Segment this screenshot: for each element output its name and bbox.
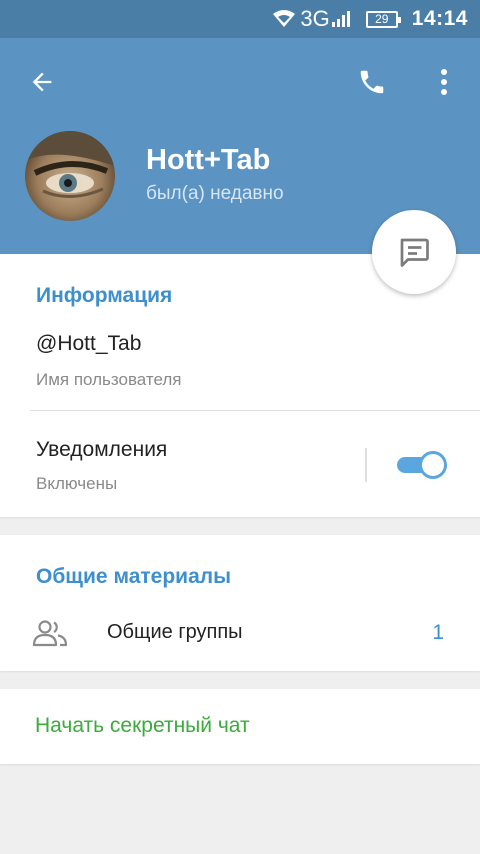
network-type: 3G	[300, 6, 330, 31]
avatar-image	[25, 131, 115, 221]
secret-chat-section[interactable]: Начать секретный чат	[0, 689, 480, 764]
status-bar: 3G 29 14:14	[0, 0, 480, 38]
shared-section-title: Общие материалы	[36, 565, 232, 588]
shared-media-section: Общие материалы Общие группы 1	[0, 535, 480, 671]
avatar[interactable]	[25, 131, 115, 221]
call-button[interactable]	[352, 62, 392, 102]
toggle-knob	[419, 451, 447, 479]
signal-icon	[331, 11, 350, 27]
start-secret-chat-button[interactable]: Начать секретный чат	[35, 714, 250, 738]
phone-icon	[360, 70, 384, 94]
notifications-state: Включены	[36, 474, 118, 493]
shared-groups-count: 1	[432, 621, 444, 644]
send-message-button[interactable]	[372, 210, 456, 294]
info-section-title: Информация	[36, 284, 173, 307]
clock: 14:14	[411, 7, 468, 30]
wifi-icon	[273, 10, 296, 27]
shared-groups-label: Общие группы	[107, 621, 243, 643]
divider	[30, 410, 480, 411]
username-value: @Hott_Tab	[36, 332, 142, 355]
chat-bubble-icon	[400, 238, 429, 267]
battery-icon: 29	[365, 10, 401, 28]
notifications-toggle[interactable]	[397, 451, 447, 479]
back-button[interactable]	[22, 62, 62, 102]
profile-name: Hott+Tab	[146, 144, 271, 176]
divider-vertical	[365, 448, 367, 482]
last-seen-status: был(а) недавно	[146, 183, 284, 204]
group-icon	[32, 620, 68, 647]
more-options-button[interactable]	[424, 62, 464, 102]
battery-level: 29	[375, 12, 389, 26]
arrow-back-icon	[32, 72, 52, 92]
username-caption: Имя пользователя	[36, 370, 182, 389]
more-vert-icon	[441, 69, 447, 95]
notifications-label: Уведомления	[36, 438, 168, 461]
